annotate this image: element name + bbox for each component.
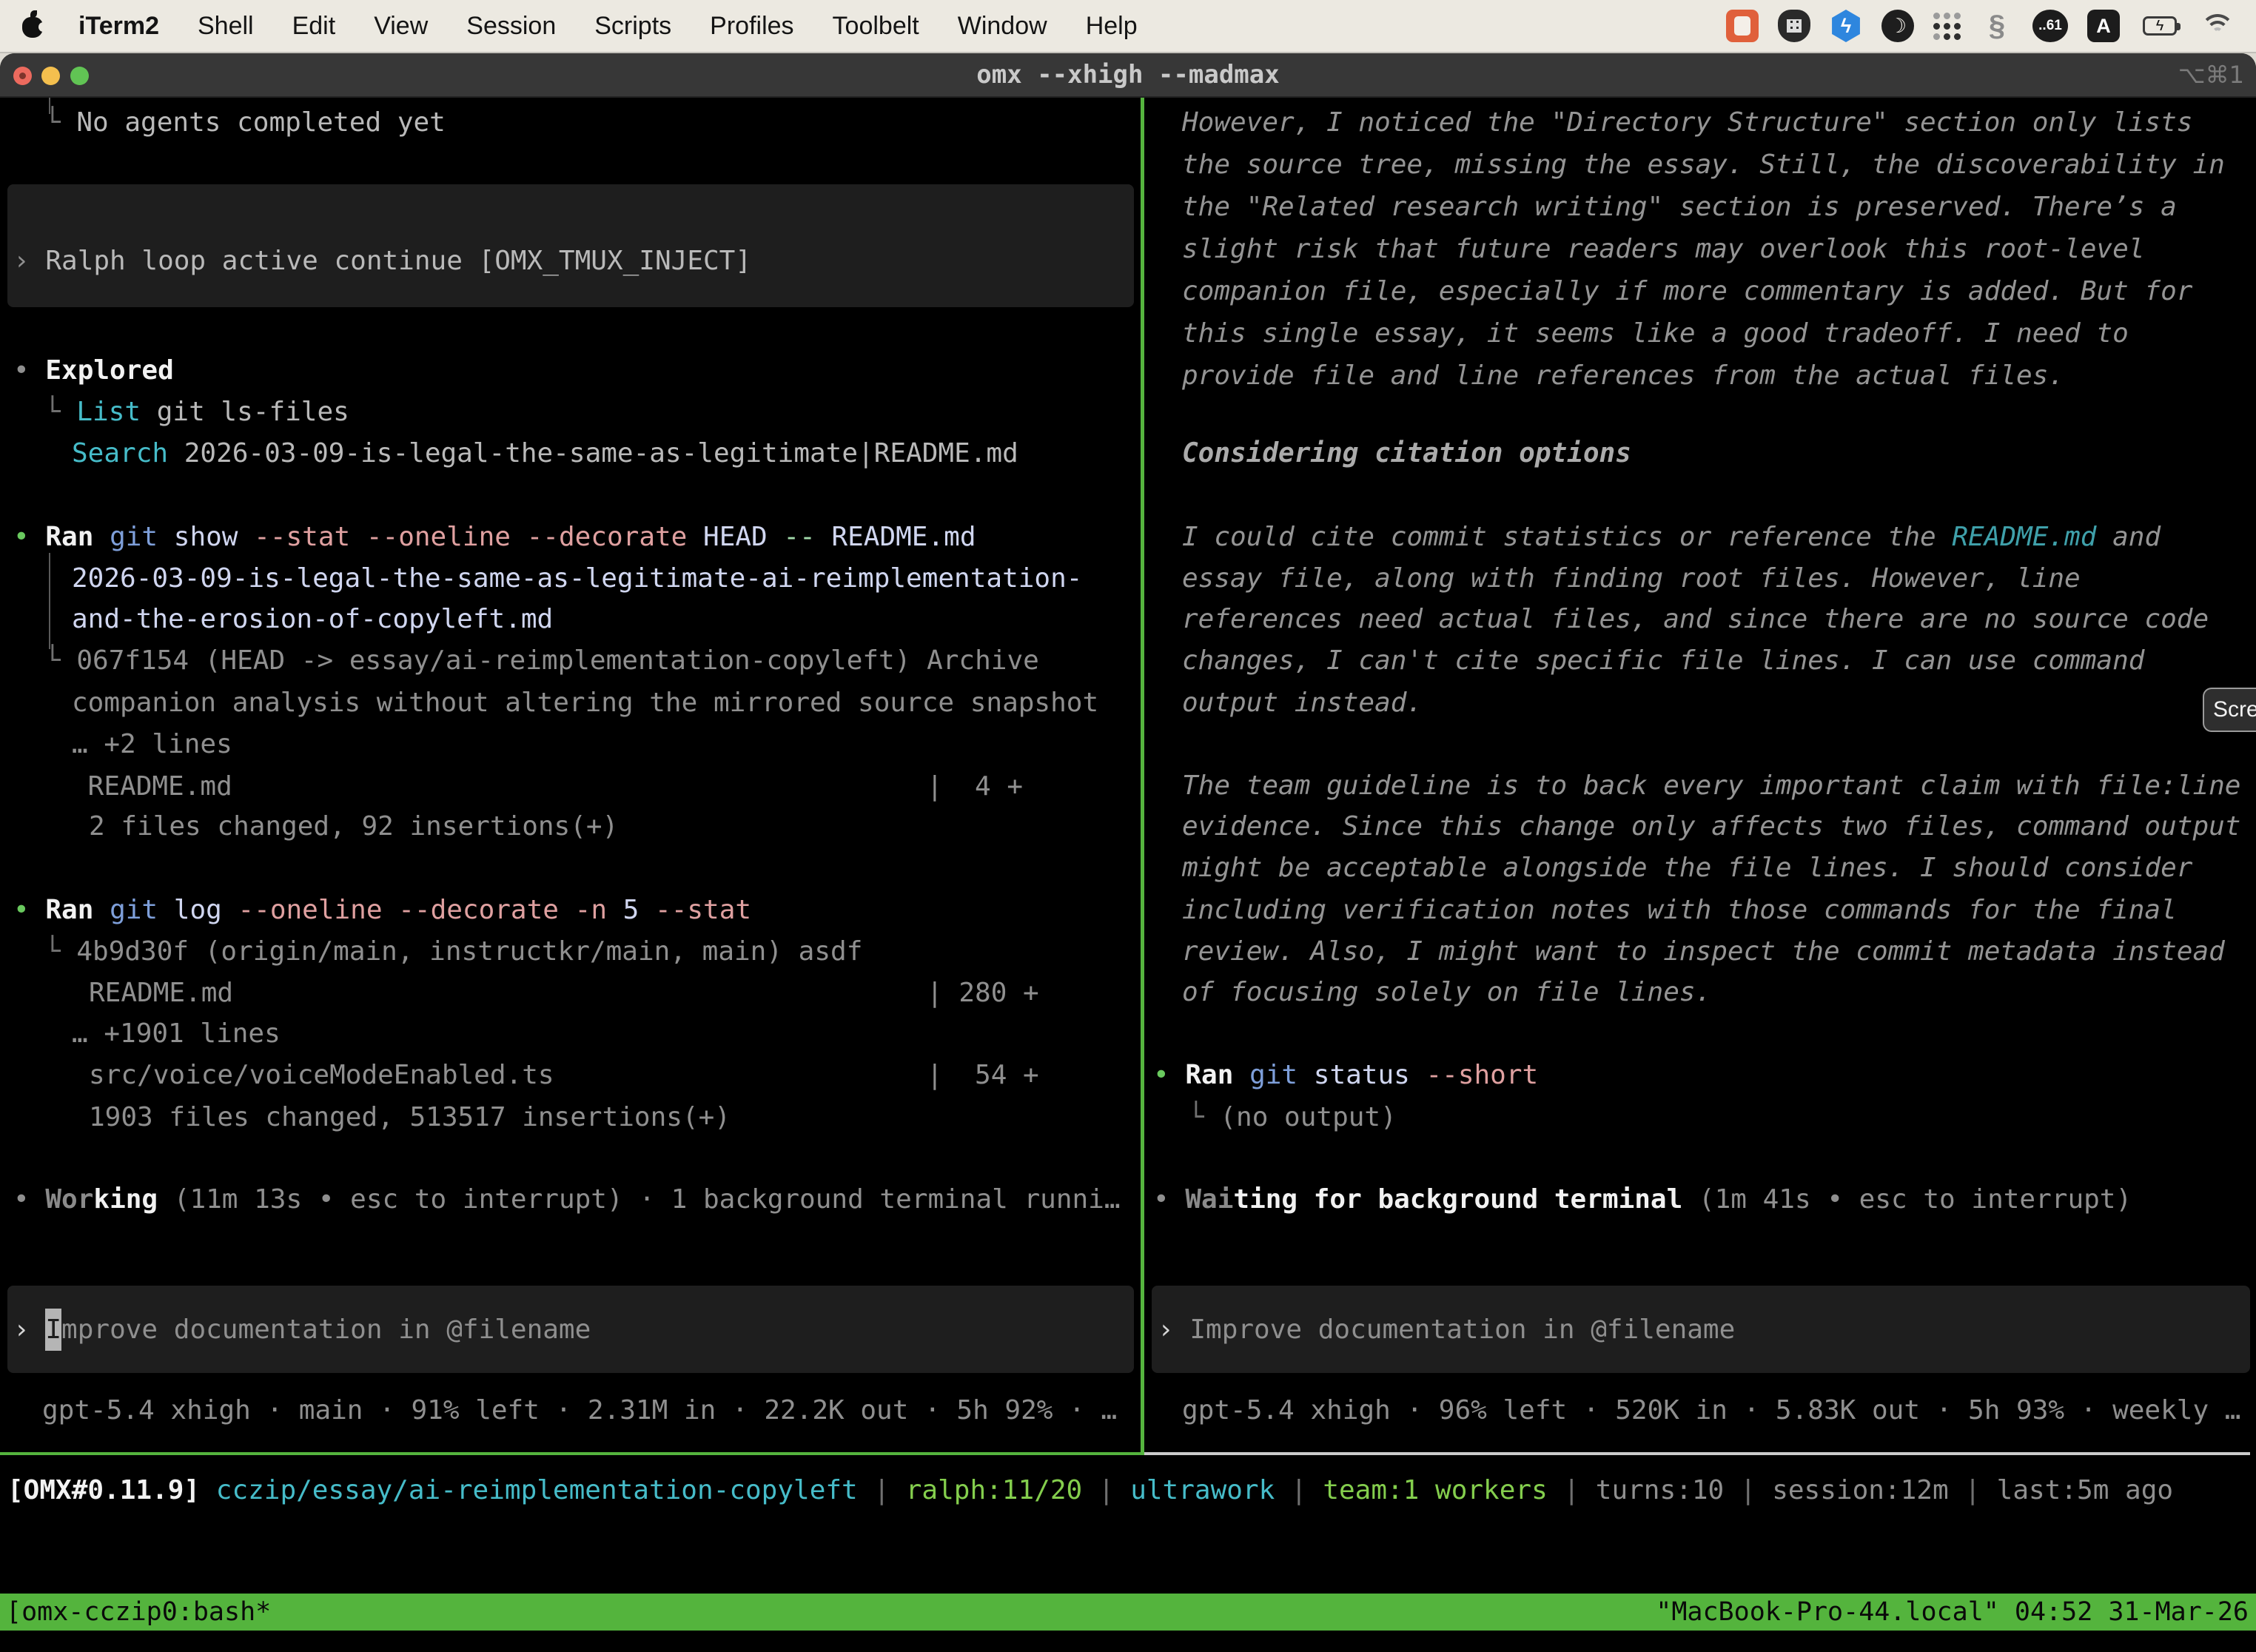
session-status-left: gpt-5.4 xhigh · main · 91% left · 2.31M … bbox=[42, 1389, 1117, 1431]
reasoning-text: the "Related research writing" section i… bbox=[1182, 186, 2177, 228]
working-status-line: • Working (11m 13s • esc to interrupt) ·… bbox=[13, 1178, 1121, 1220]
reasoning-text: provide file and line references from th… bbox=[1182, 355, 2064, 397]
reasoning-heading: Considering citation options bbox=[1182, 432, 1631, 474]
battery-icon[interactable]: ϟ bbox=[2139, 10, 2181, 42]
reasoning-text: of focusing solely on file lines. bbox=[1182, 971, 1711, 1013]
prompt-chevron: › bbox=[13, 1314, 45, 1345]
chat-app-icon[interactable] bbox=[1726, 10, 1759, 42]
reasoning-text: this single essay, it seems like a good … bbox=[1182, 312, 2129, 355]
prompt-text-left: › Improve documentation in @filename bbox=[13, 1309, 591, 1351]
reasoning-text: the source tree, missing the essay. Stil… bbox=[1182, 144, 2225, 186]
reasoning-text: However, I noticed the "Directory Struct… bbox=[1182, 101, 2192, 144]
reasoning-text: The team guideline is to back every impo… bbox=[1182, 765, 2240, 807]
tmux-status-bar: [omx-cczip0:bash* "MacBook-Pro-44.local"… bbox=[0, 1594, 2256, 1631]
apple-menu[interactable] bbox=[21, 11, 46, 41]
reasoning-text: essay file, along with finding root file… bbox=[1182, 557, 2081, 600]
reasoning-text: evidence. Since this change only affects… bbox=[1182, 805, 2240, 847]
git-show-arg-line: and-the-erosion-of-copyleft.md bbox=[72, 598, 553, 640]
reasoning-text: I could cite commit statistics or refere… bbox=[1182, 516, 2161, 558]
tmux-window-name[interactable]: [omx-cczip0:bash* bbox=[6, 1594, 271, 1631]
squiggle-icon[interactable]: § bbox=[1981, 10, 2013, 42]
reasoning-text: output instead. bbox=[1182, 682, 1423, 724]
dots-grid-icon[interactable] bbox=[1933, 12, 1961, 40]
reasoning-text: slight risk that future readers may over… bbox=[1182, 228, 2144, 270]
commit-summary-line: └ 067f154 (HEAD -> essay/ai-reimplementa… bbox=[44, 639, 1039, 682]
menu-bar: iTerm2 Shell Edit View Session Scripts P… bbox=[0, 0, 2256, 53]
menu-edit[interactable]: Edit bbox=[292, 12, 336, 41]
window-shortcut-badge: ⌥⌘1 bbox=[2178, 53, 2244, 98]
commit-summary-line: └ 4b9d30f (origin/main, instructkr/main,… bbox=[44, 930, 862, 973]
screen-share-overlay[interactable]: Scre bbox=[2203, 688, 2256, 732]
no-output-line: └ (no output) bbox=[1188, 1096, 1397, 1138]
explored-list-line: └ List git ls-files bbox=[44, 391, 349, 433]
hexagon-bolt-icon[interactable]: ϟ bbox=[1830, 10, 1862, 42]
menu-window[interactable]: Window bbox=[958, 12, 1047, 41]
diffstat-filename: README.md bbox=[89, 972, 233, 1014]
diffstat-filename: README.md bbox=[72, 765, 232, 807]
tree-line bbox=[49, 553, 50, 649]
apple-icon bbox=[22, 17, 43, 38]
menu-shell[interactable]: Shell bbox=[198, 12, 254, 41]
keyboard-shield-icon[interactable] bbox=[1778, 10, 1810, 42]
diffstat-count: | 280 + bbox=[927, 972, 1039, 1014]
reasoning-text: might be acceptable alongside the file l… bbox=[1182, 847, 2192, 889]
prompt-text-right: › Improve documentation in @filename bbox=[1158, 1309, 1735, 1351]
diffstat-summary: 1903 files changed, 513517 insertions(+) bbox=[89, 1096, 731, 1138]
explored-search-line: Search 2026-03-09-is-legal-the-same-as-l… bbox=[72, 432, 1018, 474]
pane-bottom-border-right bbox=[1144, 1452, 2250, 1455]
diffstat-filename: src/voice/voiceModeEnabled.ts bbox=[89, 1054, 554, 1096]
menu-iterm2[interactable]: iTerm2 bbox=[78, 12, 159, 41]
reasoning-text: references need actual files, and since … bbox=[1182, 598, 2209, 640]
input-source-icon[interactable]: A bbox=[2087, 10, 2120, 42]
menu-status-tray: ϟ ☽ § ..61 A ϟ bbox=[1726, 10, 2235, 42]
diffstat-count: | 54 + bbox=[927, 1054, 1039, 1096]
wifi-icon[interactable] bbox=[2200, 13, 2235, 39]
diffstat-summary: 2 files changed, 92 insertions(+) bbox=[89, 805, 618, 847]
prompt-chevron: › bbox=[1158, 1314, 1189, 1345]
reasoning-text: companion file, especially if more comme… bbox=[1182, 270, 2192, 312]
reasoning-text: including verification notes with those … bbox=[1182, 889, 2177, 931]
ran-git-log-line: • Ran git log --oneline --decorate -n 5 … bbox=[13, 889, 751, 931]
truncated-lines-note: … +1901 lines bbox=[72, 1013, 281, 1055]
diffstat-count: | 4 + bbox=[927, 765, 1023, 807]
truncated-lines-note: … +2 lines bbox=[72, 723, 232, 765]
commit-summary-line: companion analysis without altering the … bbox=[72, 682, 1098, 724]
agents-status-line: └ No agents completed yet bbox=[44, 101, 446, 144]
text-cursor: I bbox=[45, 1309, 61, 1351]
menu-session[interactable]: Session bbox=[466, 12, 556, 41]
menu-toolbelt[interactable]: Toolbelt bbox=[833, 12, 919, 41]
ran-git-status-line: • Ran git status --short bbox=[1153, 1054, 1538, 1096]
terminal-window: omx --xhigh --madmax ⌥⌘1 └ No agents com… bbox=[0, 53, 2256, 1652]
omx-status-bar: [OMX#0.11.9] cczip/essay/ai-reimplementa… bbox=[7, 1469, 2173, 1511]
circle-61-badge[interactable]: ..61 bbox=[2032, 10, 2068, 42]
moon-circle-icon[interactable]: ☽ bbox=[1881, 10, 1914, 42]
pane-divider[interactable] bbox=[1141, 98, 1144, 1455]
menu-scripts[interactable]: Scripts bbox=[594, 12, 671, 41]
ran-git-show-line: • Ran git show --stat --oneline --decora… bbox=[13, 516, 976, 558]
reasoning-text: review. Also, I might want to inspect th… bbox=[1182, 930, 2225, 973]
menu-view[interactable]: View bbox=[374, 12, 428, 41]
title-bar: omx --xhigh --madmax ⌥⌘1 bbox=[0, 53, 2256, 98]
git-show-arg-line: 2026-03-09-is-legal-the-same-as-legitima… bbox=[72, 557, 1082, 600]
terminal-content: └ No agents completed yet › Ralph loop a… bbox=[0, 98, 2256, 1652]
menu-help[interactable]: Help bbox=[1086, 12, 1138, 41]
inject-banner-text: › Ralph loop active continue [OMX_TMUX_I… bbox=[13, 240, 751, 282]
pane-bottom-border-left bbox=[0, 1452, 1141, 1455]
menu-profiles[interactable]: Profiles bbox=[710, 12, 793, 41]
tmux-host-clock: "MacBook-Pro-44.local" 04:52 31-Mar-26 bbox=[1656, 1594, 2249, 1631]
reasoning-text: changes, I can't cite specific file line… bbox=[1182, 639, 2144, 682]
session-status-right: gpt-5.4 xhigh · 96% left · 520K in · 5.8… bbox=[1182, 1389, 2240, 1431]
explored-header: • Explored bbox=[13, 349, 174, 392]
window-title: omx --xhigh --madmax bbox=[0, 53, 2256, 98]
waiting-status-line: • Waiting for background terminal (1m 41… bbox=[1153, 1178, 2132, 1220]
